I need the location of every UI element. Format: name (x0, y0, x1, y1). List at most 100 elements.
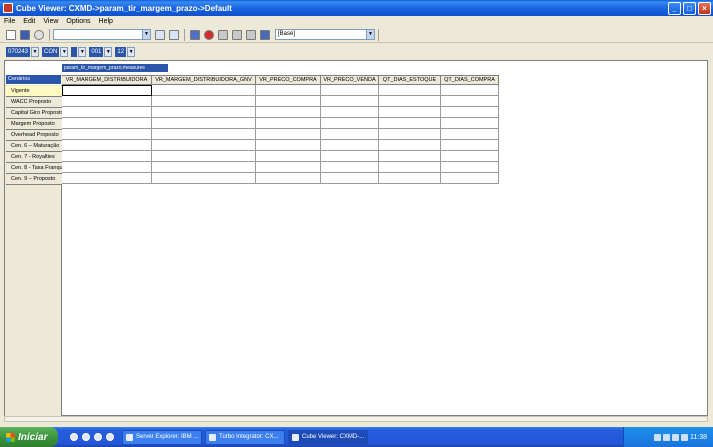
dimension-element[interactable]: 070243 (6, 46, 31, 57)
chevron-down-icon[interactable]: ▼ (366, 30, 374, 39)
grid-cell[interactable] (379, 173, 441, 184)
network-icon[interactable] (654, 433, 661, 441)
row-header[interactable]: Overhead Proposto (6, 130, 62, 141)
grid-cell[interactable] (62, 85, 152, 96)
grid-cell[interactable] (321, 118, 379, 129)
grid-cell[interactable] (441, 107, 499, 118)
close-button[interactable]: × (698, 1, 711, 15)
chevron-down-icon[interactable]: ▼ (78, 46, 87, 57)
column-header[interactable]: VR_MARGEM_DISTRIBUIDORA_GNV (152, 75, 256, 85)
recalculate-icon[interactable] (34, 29, 44, 40)
row-header[interactable]: Cen. 9 – Proposto (6, 174, 62, 185)
grid-cell[interactable] (441, 118, 499, 129)
grid-cell[interactable] (62, 140, 152, 151)
taskbar-button[interactable]: Turbo Integrator: CX... (205, 429, 285, 445)
grid-cell[interactable] (256, 96, 321, 107)
new-view-icon[interactable] (6, 29, 16, 40)
menu-edit[interactable]: Edit (19, 18, 39, 25)
grid-cell[interactable] (379, 118, 441, 129)
grid-cell[interactable] (321, 162, 379, 173)
maximize-button[interactable]: □ (683, 1, 696, 15)
grid-cell[interactable] (152, 85, 256, 96)
grid-cell[interactable] (441, 140, 499, 151)
grid-cell[interactable] (256, 118, 321, 129)
menu-options[interactable]: Options (62, 18, 94, 25)
menu-view[interactable]: View (39, 18, 62, 25)
row-header[interactable]: Capital Giro Proposto (6, 108, 62, 119)
grid-cell[interactable] (152, 107, 256, 118)
dimension-selector[interactable]: ▼ (71, 46, 87, 57)
grid-cell[interactable] (62, 151, 152, 162)
browser-icon[interactable] (70, 433, 78, 441)
grid-cell[interactable] (62, 96, 152, 107)
grid-cell[interactable] (321, 173, 379, 184)
row-header[interactable]: Cen. 6 – Maturação (6, 141, 62, 152)
grid-cell[interactable] (256, 129, 321, 140)
grid-cell[interactable] (379, 140, 441, 151)
security-icon[interactable] (672, 433, 679, 441)
messenger-icon[interactable] (94, 433, 102, 441)
app-icon[interactable] (106, 433, 114, 441)
subset-selector[interactable]: [Base] ▼ (275, 29, 375, 40)
chevron-down-icon[interactable]: ▼ (127, 46, 136, 57)
grid-cell[interactable] (379, 96, 441, 107)
grid-cell[interactable] (152, 173, 256, 184)
undo-icon[interactable] (232, 29, 242, 40)
title-bar[interactable]: Cube Viewer: CXMD->param_tir_margem_praz… (0, 0, 713, 16)
dimension-element[interactable]: 001 (89, 46, 104, 57)
grid-cell[interactable] (441, 151, 499, 162)
dimension-element[interactable]: CON (42, 46, 60, 57)
dimension-element[interactable]: 12 (115, 46, 127, 57)
chevron-down-icon[interactable]: ▼ (60, 46, 69, 57)
column-dimension-tag[interactable]: param_tir_margem_prazo.measures (62, 64, 168, 72)
list-icon[interactable] (190, 29, 200, 40)
grid-cell[interactable] (321, 85, 379, 96)
start-button[interactable]: Iniciar (0, 427, 58, 447)
column-header[interactable]: VR_PRECO_VENDA (321, 75, 379, 85)
view-selector[interactable]: ▼ (53, 29, 151, 40)
grid-cell[interactable] (62, 162, 152, 173)
grid-cell[interactable] (441, 173, 499, 184)
column-header[interactable]: VR_PRECO_COMPRA (256, 75, 321, 85)
media-icon[interactable] (82, 433, 90, 441)
grid-cell[interactable] (62, 173, 152, 184)
grid-cell[interactable] (152, 162, 256, 173)
grid-cell[interactable] (256, 85, 321, 96)
menu-file[interactable]: File (0, 18, 19, 25)
row-header[interactable]: Cen. 8 - Taxa Franquia (6, 163, 62, 174)
dimension-element[interactable] (71, 46, 78, 57)
grid-cell[interactable] (152, 129, 256, 140)
grid-cell[interactable] (256, 140, 321, 151)
grid-cell[interactable] (256, 107, 321, 118)
menu-help[interactable]: Help (95, 18, 117, 25)
grid-cell[interactable] (256, 162, 321, 173)
subset-icon[interactable] (260, 29, 270, 40)
column-header[interactable]: VR_MARGEM_DISTRIBUIDORA (62, 75, 152, 85)
grid-cell[interactable] (379, 107, 441, 118)
taskbar-button[interactable]: Cube Viewer: CXMD-... (288, 429, 368, 445)
row-dimension-tag[interactable]: Cenários (6, 75, 61, 84)
volume-icon[interactable] (663, 433, 670, 441)
grid-cell[interactable] (62, 118, 152, 129)
taskbar-button[interactable]: Server Explorer: IBM ... (122, 429, 202, 445)
chart-view-icon[interactable] (169, 29, 179, 40)
row-header[interactable]: Cen. 7 - Royalties (6, 152, 62, 163)
update-icon[interactable] (681, 433, 688, 441)
grid-cell[interactable] (256, 151, 321, 162)
chevron-down-icon[interactable]: ▼ (31, 46, 40, 57)
grid-cell[interactable] (321, 140, 379, 151)
grid-cell[interactable] (152, 140, 256, 151)
grid-cell[interactable] (441, 129, 499, 140)
chevron-down-icon[interactable]: ▼ (104, 46, 113, 57)
grid-cell[interactable] (379, 85, 441, 96)
grid-cell[interactable] (441, 96, 499, 107)
grid-cell[interactable] (321, 151, 379, 162)
minimize-button[interactable]: _ (668, 1, 681, 15)
redo-icon[interactable] (246, 29, 256, 40)
grid-cell[interactable] (321, 129, 379, 140)
save-icon[interactable] (20, 29, 30, 40)
stop-icon[interactable] (204, 29, 214, 40)
grid-cell[interactable] (379, 129, 441, 140)
grid-cell[interactable] (152, 151, 256, 162)
dimension-selector[interactable]: 001 ▼ (89, 46, 113, 57)
